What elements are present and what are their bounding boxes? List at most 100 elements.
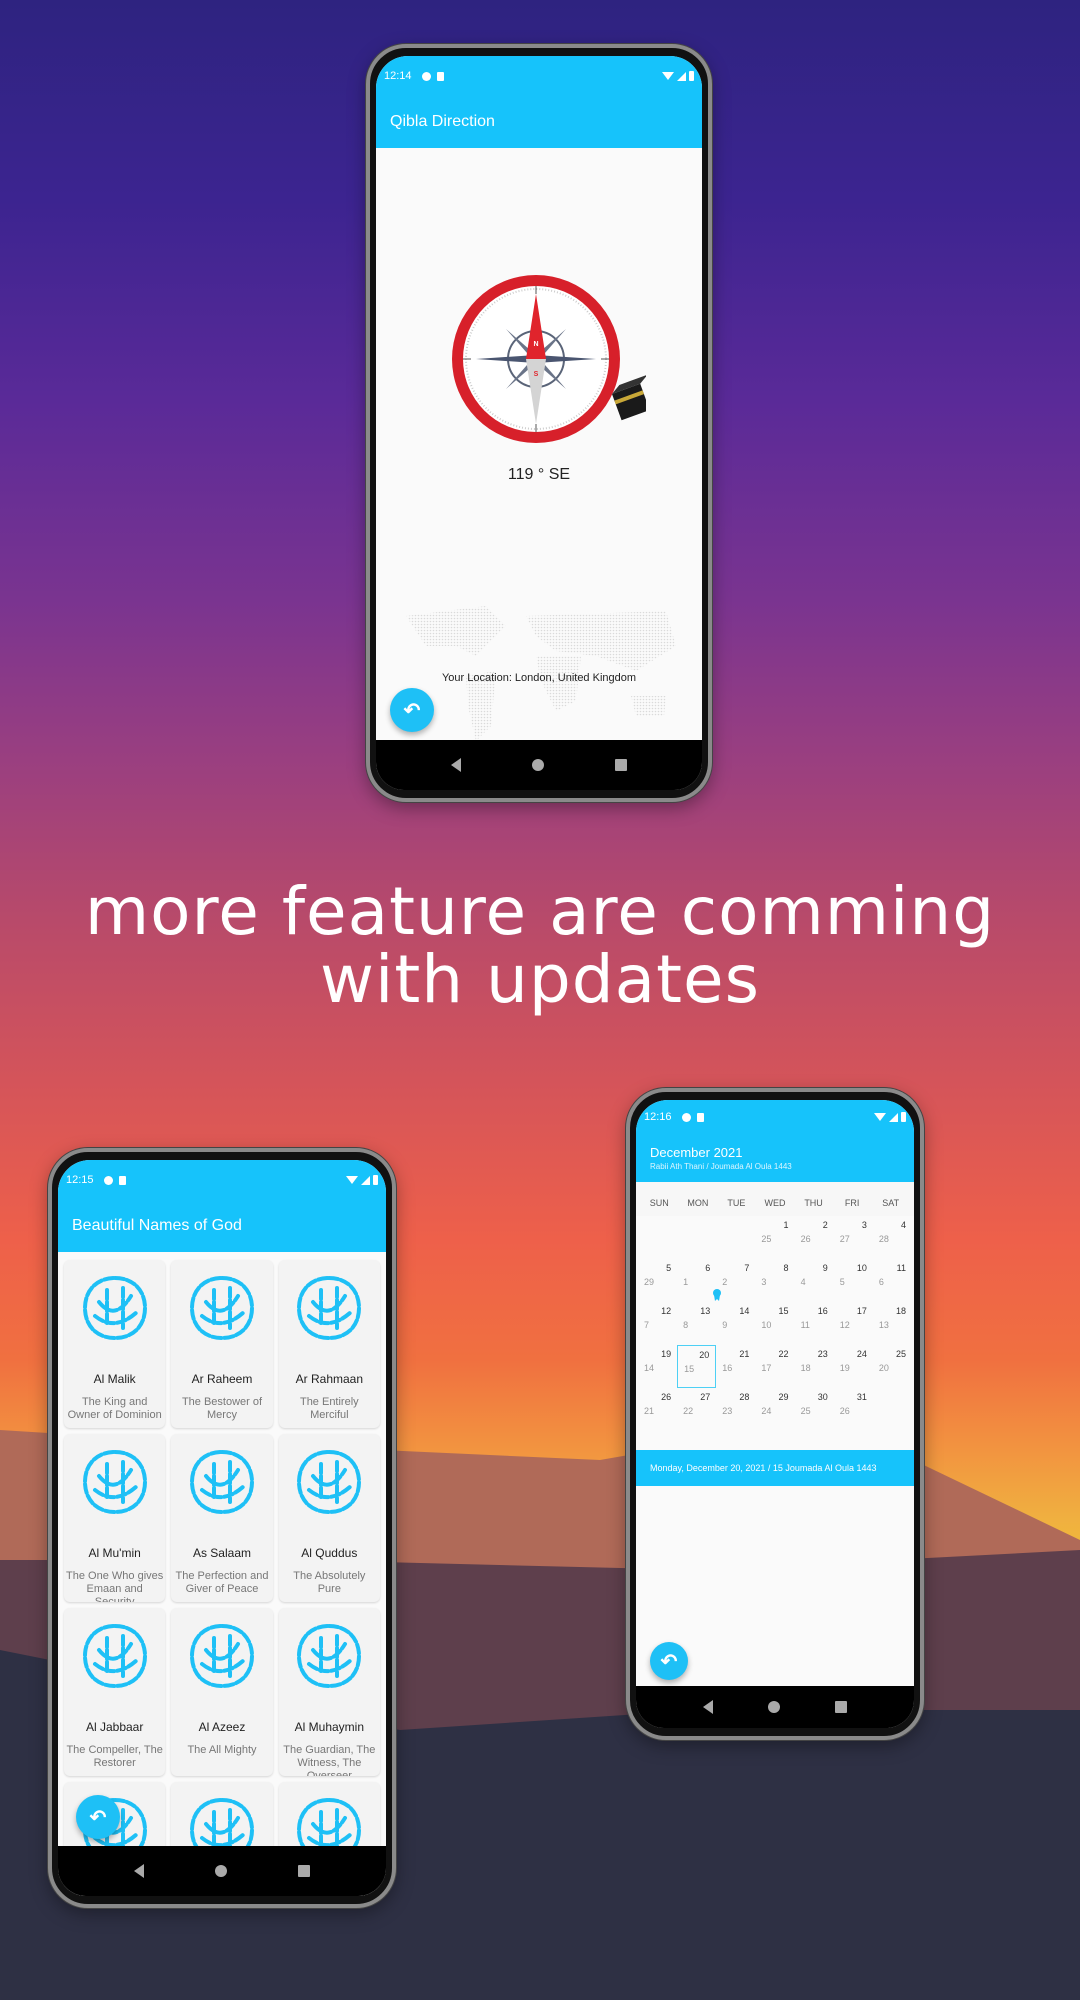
calendar-day[interactable]: 31 26 <box>834 1388 873 1431</box>
calendar-day[interactable]: 26 21 <box>638 1388 677 1431</box>
reply-icon: ↶ <box>89 1806 107 1829</box>
app-bar: Beautiful Names of God <box>58 1200 386 1252</box>
nav-back-button[interactable] <box>133 1864 144 1878</box>
hijri-day: 20 <box>878 1363 889 1373</box>
hijri-day: 9 <box>722 1320 728 1330</box>
notification-icon <box>103 1175 113 1185</box>
battery-icon <box>373 1175 378 1185</box>
nav-recents-button[interactable] <box>614 759 627 771</box>
gregorian-day: 15 <box>778 1306 789 1316</box>
nav-home-button[interactable] <box>214 1865 227 1877</box>
calendar-day[interactable]: 83 <box>755 1259 794 1302</box>
calendar-empty-cell <box>716 1216 755 1259</box>
signal-icon <box>889 1112 898 1122</box>
calendar-day[interactable]: 3 27 <box>834 1216 873 1259</box>
calendar-day[interactable]: 61 <box>677 1259 722 1302</box>
calendar-day[interactable]: 15 10 <box>755 1302 794 1345</box>
calendar-day[interactable]: 19 14 <box>638 1345 677 1388</box>
calendar-day[interactable]: 23 18 <box>795 1345 834 1388</box>
page-title: Beautiful Names of God <box>72 1217 242 1234</box>
reply-icon: ↶ <box>660 1650 678 1673</box>
name-card[interactable]: Al Jabbaar The Compeller, The Restorer <box>64 1608 166 1776</box>
calendar-day[interactable]: 17 12 <box>834 1302 873 1345</box>
calligraphy-icon <box>82 1450 147 1515</box>
gregorian-day: 28 <box>739 1392 750 1402</box>
calendar-day[interactable]: 20 15 <box>677 1345 717 1388</box>
hijri-day: 7 <box>644 1320 650 1330</box>
weekday-label: SUN <box>649 1198 669 1208</box>
hijri-day: 1 <box>683 1277 689 1287</box>
hijri-day: 23 <box>722 1406 733 1416</box>
name-card[interactable]: Al Quddus The Absolutely Pure <box>278 1434 380 1602</box>
calendar-day[interactable]: 10 5 <box>834 1259 873 1302</box>
selected-date-banner: Monday, December 20, 2021 / 15 Joumada A… <box>636 1450 914 1486</box>
calendar-day[interactable]: 25 20 <box>873 1345 912 1388</box>
calendar-day[interactable]: 11 6 <box>873 1259 912 1302</box>
name-title: Ar Rahmaan <box>295 1372 364 1386</box>
calendar-day[interactable]: 13 8 <box>677 1302 716 1345</box>
hijri-day: 15 <box>684 1364 695 1374</box>
calendar-day[interactable]: 18 13 <box>873 1302 912 1345</box>
name-card[interactable]: Ar Raheem The Bestower of Mercy <box>171 1260 273 1428</box>
hijri-day: 4 <box>800 1277 806 1287</box>
name-card[interactable]: Al Muhaymin The Guardian, The Witness, Th… <box>278 1608 380 1776</box>
gregorian-day: 29 <box>778 1392 789 1402</box>
gregorian-day: 25 <box>895 1349 906 1359</box>
nav-home-button[interactable] <box>767 1701 780 1713</box>
calendar-day[interactable]: 94 <box>795 1259 834 1302</box>
hijri-day: 14 <box>644 1363 655 1373</box>
signal-icon <box>677 71 686 81</box>
battery-icon <box>689 71 694 81</box>
gregorian-day: 21 <box>739 1349 750 1359</box>
calendar-day[interactable]: 14 9 <box>716 1302 755 1345</box>
name-card[interactable]: Al Malik The King and Owner of Dominion <box>64 1260 166 1428</box>
name-title: Ar Raheem <box>191 1372 253 1386</box>
nav-bar <box>58 1846 386 1896</box>
nav-recents-button[interactable] <box>834 1701 847 1713</box>
calendar-day[interactable]: 22 17 <box>755 1345 794 1388</box>
name-card[interactable]: Al Azeez The All Mighty <box>171 1608 273 1776</box>
calendar-day[interactable]: 2 26 <box>795 1216 834 1259</box>
app-bar: Qibla Direction <box>376 96 702 148</box>
name-title: Al Muhaymin <box>294 1720 364 1734</box>
calendar-day[interactable]: 30 25 <box>795 1388 834 1431</box>
calendar-day[interactable]: 28 23 <box>716 1388 755 1431</box>
name-card[interactable]: As Salaam The Perfection and Giver of Pea… <box>171 1434 273 1602</box>
hijri-day: 25 <box>761 1234 772 1244</box>
gregorian-day: 1 <box>783 1220 789 1230</box>
signal-icon <box>361 1175 370 1185</box>
page-title: Qibla Direction <box>390 113 495 130</box>
hijri-day: 21 <box>644 1406 655 1416</box>
name-card[interactable]: Ar Rahmaan The Entirely Merciful <box>278 1260 380 1428</box>
hijri-day: 24 <box>761 1406 772 1416</box>
back-fab[interactable]: ↶ <box>390 688 434 732</box>
calligraphy-icon <box>297 1450 362 1515</box>
sd-card-icon <box>696 1112 704 1122</box>
calendar-grid: 1 25 2 26 3 27 4 28 5 29 6 1 7 2 8 3 9 4 10 5 11 6 12 7 13 8 14 9 15… <box>636 1216 914 1431</box>
nav-back-button[interactable] <box>703 1700 714 1714</box>
back-fab[interactable]: ↶ <box>76 1795 120 1839</box>
calendar-day[interactable]: 29 24 <box>755 1388 794 1431</box>
calendar-day[interactable]: 12 7 <box>638 1302 677 1345</box>
hijri-day: 11 <box>800 1320 810 1330</box>
weekday-label: WED <box>764 1198 786 1208</box>
phone-calendar: 12:16 December 2021 Rabii Ath Thani / Jo… <box>626 1088 924 1740</box>
name-title: Al Mu'min <box>88 1546 141 1560</box>
name-card[interactable]: Al Mu'min The One Who gives Emaan and Sec… <box>64 1434 166 1602</box>
calendar-day[interactable]: 5 29 <box>638 1259 677 1302</box>
hijri-day: 19 <box>839 1363 850 1373</box>
nav-home-button[interactable] <box>531 759 544 771</box>
calligraphy-icon <box>189 1450 254 1515</box>
calendar-empty-cell <box>677 1216 716 1259</box>
calendar-day[interactable]: 4 28 <box>873 1216 912 1259</box>
back-fab[interactable]: ↶ <box>650 1642 688 1680</box>
calendar-day[interactable]: 72 <box>716 1259 755 1302</box>
calendar-day[interactable]: 27 22 <box>677 1388 716 1431</box>
nav-back-button[interactable] <box>451 758 462 772</box>
gregorian-day: 12 <box>661 1306 672 1316</box>
calendar-day[interactable]: 16 11 <box>795 1302 834 1345</box>
calendar-day[interactable]: 21 16 <box>716 1345 755 1388</box>
calendar-day[interactable]: 24 19 <box>834 1345 873 1388</box>
nav-recents-button[interactable] <box>298 1865 311 1877</box>
calendar-day[interactable]: 1 25 <box>755 1216 794 1259</box>
